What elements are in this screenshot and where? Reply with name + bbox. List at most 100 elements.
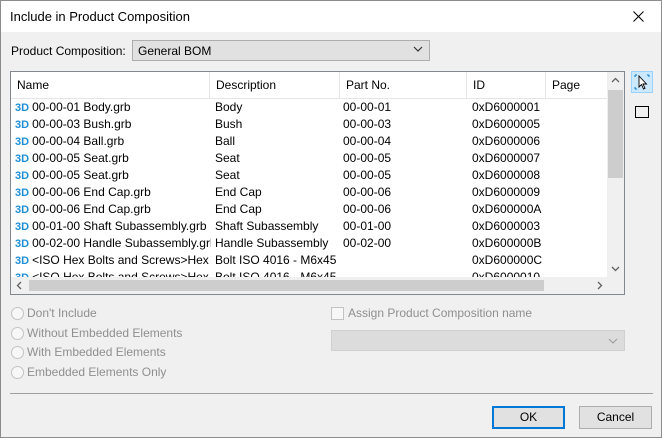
row-part-no: 00-01-00	[343, 219, 392, 233]
3d-part-icon: 3D	[15, 221, 30, 233]
row-name: 3D<ISO Hex Bolts and Screws>Hex ...	[15, 252, 211, 269]
radio-embedded-only[interactable]	[11, 365, 24, 379]
ok-button[interactable]: OK	[492, 406, 565, 429]
row-name: 3D 00-00-05 Seat.grb	[15, 167, 211, 184]
column-header-part-no[interactable]: Part No.	[340, 72, 467, 99]
column-header-page[interactable]: Page	[546, 72, 608, 99]
table-row[interactable]: 3D 00-01-00 Shaft Subassembly.grb Shaft Su…	[11, 218, 608, 235]
option-dont-include-label: Don't Include	[27, 306, 97, 320]
row-part-no: 00-00-04	[343, 134, 392, 148]
window-title: Include in Product Composition	[10, 9, 190, 24]
row-name: 3D 00-00-06 End Cap.grb	[15, 184, 211, 201]
vertical-scrollbar[interactable]	[607, 72, 624, 277]
row-id: 0xD6000003	[472, 219, 541, 233]
radio-without-embedded[interactable]	[11, 326, 24, 340]
table-row[interactable]: 3D 00-00-05 Seat.grb Seat 00-00-05 0xD600000…	[11, 150, 608, 167]
assign-name-label: Assign Product Composition name	[348, 306, 533, 320]
radio-dont-include[interactable]	[11, 306, 24, 320]
table-row[interactable]: 3D 00-00-06 End Cap.grb End Cap 00-00-06 0xD…	[11, 184, 608, 201]
row-name-text: 00-00-01 Body.grb	[32, 100, 131, 114]
row-name-text: <ISO Hex Bolts and Screws>Hex ...	[32, 253, 211, 267]
row-name-text: 00-00-05 Seat.grb	[32, 151, 129, 165]
column-header-id[interactable]: ID	[467, 72, 546, 99]
composition-name-combo[interactable]	[331, 330, 625, 351]
option-without-embedded[interactable]: Without Embedded Elements	[11, 325, 182, 341]
table-row[interactable]: 3D 00-00-06 End Cap.grb End Cap 00-00-06 0xD…	[11, 201, 608, 218]
3d-part-icon: 3D	[15, 136, 30, 148]
scroll-up-icon[interactable]	[607, 72, 624, 89]
horizontal-scrollbar[interactable]	[11, 277, 608, 294]
row-part-no: 00-00-05	[343, 151, 392, 165]
list-rows: 3D 00-00-01 Body.grb Body 00-00-01 0xD600000…	[11, 99, 608, 286]
cancel-button[interactable]: Cancel	[579, 406, 652, 429]
column-header-description[interactable]: Description	[210, 72, 340, 99]
row-id: 0xD6000007	[472, 151, 541, 165]
row-description: Bush	[215, 117, 243, 131]
close-icon	[632, 11, 644, 22]
row-name-text: 00-00-03 Bush.grb	[32, 117, 132, 131]
rectangle-button[interactable]	[631, 101, 653, 123]
separator	[10, 393, 653, 394]
product-composition-label: Product Composition:	[11, 44, 126, 58]
row-name: 3D 00-02-00 Handle Subassembly.grb	[15, 235, 211, 252]
elements-list[interactable]: Name Description Part No. ID Page 3D 00-0…	[10, 71, 625, 295]
option-with-embedded[interactable]: With Embedded Elements	[11, 344, 166, 360]
scroll-down-icon[interactable]	[607, 260, 624, 277]
select-elements-button[interactable]	[631, 71, 653, 93]
table-row[interactable]: 3D 00-00-01 Body.grb Body 00-00-01 0xD600000…	[11, 99, 608, 116]
option-dont-include[interactable]: Don't Include	[11, 305, 97, 321]
assign-name-option[interactable]: Assign Product Composition name	[331, 305, 532, 321]
title-bar: Include in Product Composition	[1, 1, 661, 32]
close-button[interactable]	[615, 1, 661, 32]
row-name: 3D 00-00-06 End Cap.grb	[15, 201, 211, 218]
row-name: 3D 00-00-03 Bush.grb	[15, 116, 211, 133]
row-part-no: 00-00-06	[343, 185, 392, 199]
table-row[interactable]: 3D 00-00-05 Seat.grb Seat 00-00-05 0xD600000…	[11, 167, 608, 184]
row-name-text: 00-01-00 Shaft Subassembly.grb	[32, 219, 207, 233]
3d-part-icon: 3D	[15, 187, 30, 199]
column-header-name[interactable]: Name	[11, 72, 210, 99]
row-name-text: 00-00-04 Ball.grb	[32, 134, 125, 148]
3d-part-icon: 3D	[15, 119, 30, 131]
option-embedded-only-label: Embedded Elements Only	[27, 365, 167, 379]
select-arrow-icon	[634, 74, 650, 90]
row-part-no: 00-00-05	[343, 168, 392, 182]
3d-part-icon: 3D	[15, 238, 30, 250]
row-part-no: 00-00-06	[343, 202, 392, 216]
table-row[interactable]: 3D 00-02-00 Handle Subassembly.grb Handle …	[11, 235, 608, 252]
radio-with-embedded[interactable]	[11, 345, 24, 359]
row-description: Bolt ISO 4016 - M6x45	[215, 253, 337, 267]
row-name: 3D 00-00-05 Seat.grb	[15, 150, 211, 167]
row-part-no: 00-00-01	[343, 100, 392, 114]
horizontal-scroll-thumb[interactable]	[29, 280, 544, 291]
row-description: Seat	[215, 168, 240, 182]
table-row[interactable]: 3D 00-00-03 Bush.grb Bush 00-00-03 0xD600000…	[11, 116, 608, 133]
chevron-down-icon	[413, 46, 423, 52]
3d-part-icon: 3D	[15, 204, 30, 216]
option-embedded-only[interactable]: Embedded Elements Only	[11, 364, 166, 380]
table-row[interactable]: 3D<ISO Hex Bolts and Screws>Hex ... Bolt …	[11, 252, 608, 269]
row-name: 3D 00-00-04 Ball.grb	[15, 133, 211, 150]
row-id: 0xD6000009	[472, 185, 541, 199]
row-name: 3D 00-00-01 Body.grb	[15, 99, 211, 116]
scroll-right-icon[interactable]	[591, 277, 608, 294]
include-product-composition-dialog: Include in Product Composition Product C…	[0, 0, 662, 438]
row-description: Seat	[215, 151, 240, 165]
row-description: End Cap	[215, 185, 262, 199]
assign-name-checkbox[interactable]	[331, 306, 344, 320]
row-name-text: 00-00-06 End Cap.grb	[32, 185, 151, 199]
row-id: 0xD6000006	[472, 134, 541, 148]
scroll-left-icon[interactable]	[11, 277, 28, 294]
option-with-embedded-label: With Embedded Elements	[27, 345, 166, 359]
row-name: 3D 00-01-00 Shaft Subassembly.grb	[15, 218, 211, 235]
product-composition-select[interactable]: General BOM	[132, 40, 430, 61]
row-id: 0xD6000005	[472, 117, 541, 131]
row-description: Shaft Subassembly	[215, 219, 319, 233]
vertical-scroll-thumb[interactable]	[608, 90, 623, 178]
row-part-no: 00-02-00	[343, 236, 392, 250]
3d-part-icon: 3D	[15, 170, 30, 182]
table-row[interactable]: 3D 00-00-04 Ball.grb Ball 00-00-04 0xD600000…	[11, 133, 608, 150]
chevron-down-icon	[608, 338, 618, 344]
row-id: 0xD600000C	[472, 253, 543, 267]
product-composition-value: General BOM	[138, 44, 212, 58]
